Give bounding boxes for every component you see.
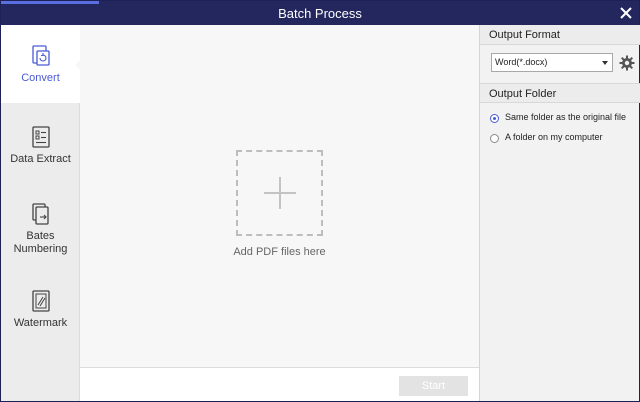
gear-icon[interactable] (619, 55, 635, 71)
convert-icon (31, 45, 50, 66)
start-button[interactable]: Start (399, 376, 468, 396)
sidebar-item-label: Convert (21, 72, 60, 84)
plus-icon-vertical (279, 177, 281, 209)
title-bar: Batch Process (1, 1, 639, 25)
file-drop-area[interactable]: Add PDF files here (80, 25, 479, 368)
add-files-dropzone[interactable] (236, 150, 323, 236)
sidebar-item-bates-numbering[interactable]: Bates Numbering (1, 203, 80, 256)
window-title: Batch Process (278, 6, 362, 21)
sidebar-item-convert[interactable]: Convert (1, 25, 81, 103)
sidebar: Convert Data Extract Bates Numbering Wat… (1, 25, 81, 401)
settings-panel: Output Format Word(*.docx) Output Folder (479, 25, 640, 401)
bates-numbering-icon (31, 203, 49, 225)
bottom-bar: Start (80, 367, 479, 401)
chevron-down-icon (602, 61, 608, 65)
close-button[interactable] (617, 4, 635, 22)
sidebar-item-data-extract[interactable]: Data Extract (1, 126, 80, 166)
batch-process-window: Batch Process Convert Data Extract Bates… (0, 0, 640, 402)
close-icon (620, 7, 632, 19)
output-format-value: Word(*.docx) (495, 57, 548, 67)
sidebar-item-label: Bates Numbering (13, 230, 68, 255)
radio-button-selected[interactable] (490, 114, 499, 123)
radio-label: Same folder as the original file (505, 112, 627, 122)
radio-button[interactable] (490, 134, 499, 143)
output-format-header: Output Format (480, 25, 640, 45)
sidebar-item-label: Watermark (13, 317, 68, 329)
sidebar-item-label: Data Extract (10, 153, 71, 165)
watermark-icon (31, 290, 50, 312)
output-folder-header: Output Folder (480, 83, 640, 103)
sidebar-item-watermark[interactable]: Watermark (1, 290, 80, 330)
drop-hint-label: Add PDF files here (233, 246, 326, 258)
output-format-select[interactable]: Word(*.docx) (491, 53, 613, 72)
radio-label: A folder on my computer (505, 132, 603, 142)
data-extract-icon (31, 126, 50, 148)
